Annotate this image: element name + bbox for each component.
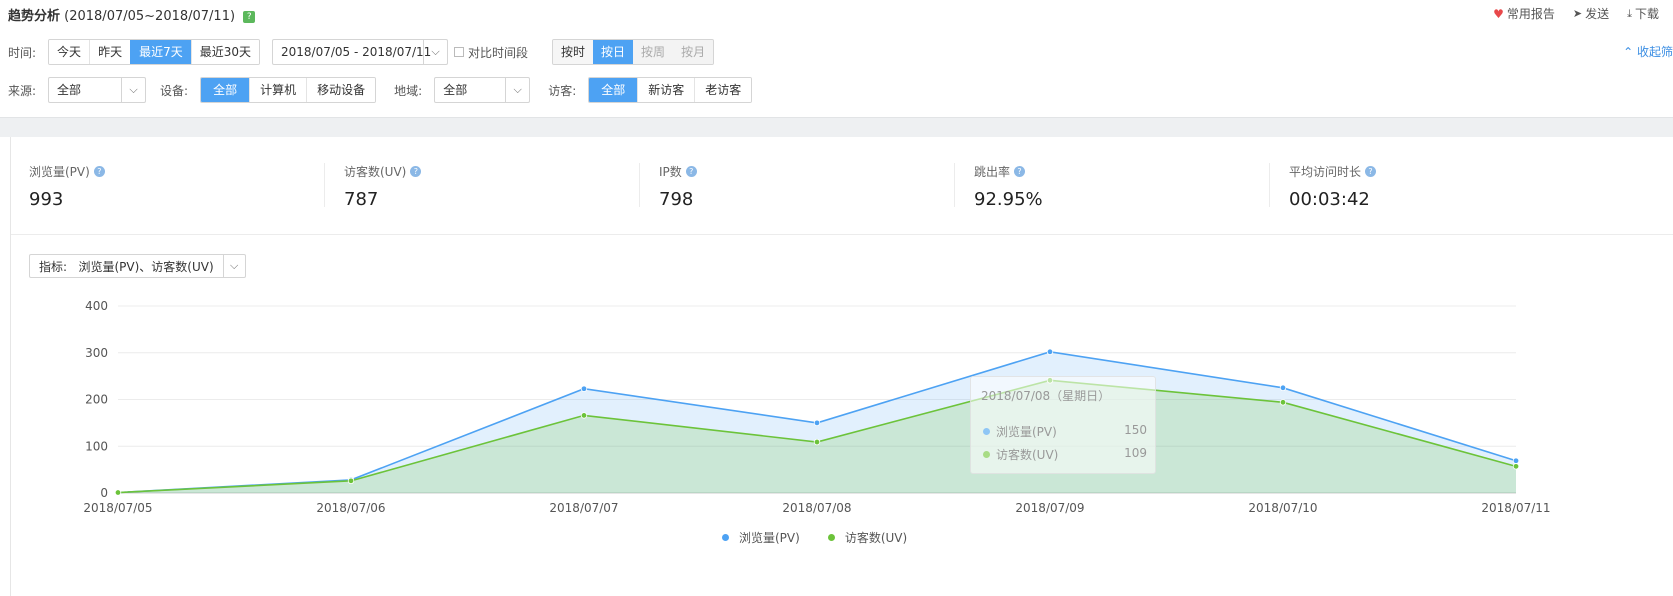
data-point[interactable] bbox=[813, 419, 821, 427]
legend-item-pv[interactable]: 浏览量(PV) bbox=[722, 529, 800, 546]
data-point[interactable] bbox=[1512, 463, 1520, 470]
pv-dot-icon bbox=[722, 534, 729, 541]
tooltip-title: 2018/07/08（星期日） bbox=[981, 389, 1111, 403]
chart-legend: 浏览量(PV) 访客数(UV) bbox=[722, 529, 907, 546]
x-tick-label: 2018/07/06 bbox=[316, 501, 385, 515]
data-point[interactable] bbox=[580, 385, 588, 392]
chart-tooltip: 2018/07/08（星期日） 浏览量(PV) 150 访客数(UV) 109 bbox=[970, 376, 1156, 474]
y-tick-label: 400 bbox=[85, 299, 108, 313]
uv-dot-icon bbox=[983, 451, 990, 458]
x-tick-label: 2018/07/08 bbox=[782, 501, 851, 515]
x-tick-label: 2018/07/11 bbox=[1481, 501, 1550, 515]
y-tick-label: 300 bbox=[85, 346, 108, 360]
data-point[interactable] bbox=[1279, 399, 1287, 406]
data-point[interactable] bbox=[114, 489, 122, 496]
data-point[interactable] bbox=[1279, 384, 1287, 392]
trend-chart: 0 100 200 300 400 2018/07/05 2018/07/06 2018/07… bbox=[83, 299, 1550, 515]
tooltip-row-pv: 浏览量(PV) 150 bbox=[983, 423, 1147, 440]
pv-dot-icon bbox=[983, 428, 990, 435]
y-tick-label: 100 bbox=[85, 439, 108, 453]
uv-dot-icon bbox=[827, 534, 835, 541]
x-tick-label: 2018/07/05 bbox=[83, 501, 152, 515]
data-point[interactable] bbox=[580, 412, 588, 419]
x-tick-label: 2018/07/10 bbox=[1248, 501, 1317, 515]
tooltip-row-uv: 访客数(UV) 109 bbox=[983, 446, 1147, 463]
x-tick-label: 2018/07/09 bbox=[1015, 501, 1084, 515]
legend-item-uv[interactable]: 访客数(UV) bbox=[827, 529, 907, 546]
data-point[interactable] bbox=[347, 477, 355, 485]
data-point[interactable] bbox=[1512, 457, 1520, 464]
x-tick-label: 2018/07/07 bbox=[549, 501, 618, 515]
data-point[interactable] bbox=[813, 438, 821, 446]
y-tick-label: 200 bbox=[85, 393, 108, 407]
y-tick-label: 0 bbox=[100, 486, 108, 500]
data-point[interactable] bbox=[1046, 348, 1054, 356]
